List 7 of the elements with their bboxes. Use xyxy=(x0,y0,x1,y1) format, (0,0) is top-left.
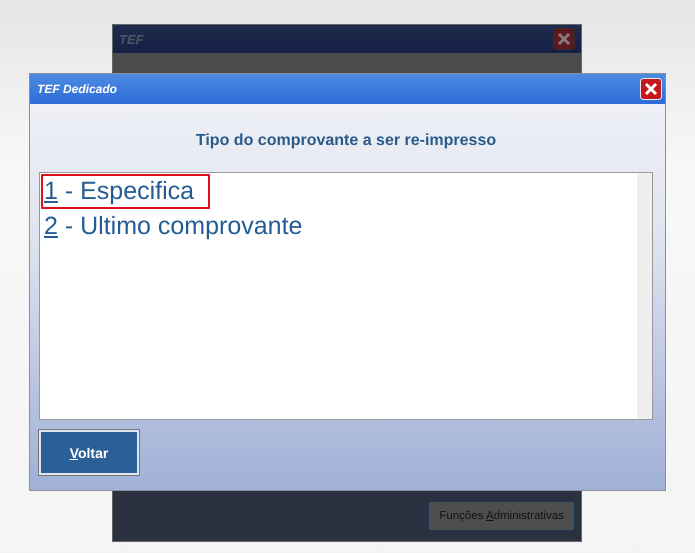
scrollbar[interactable] xyxy=(637,173,652,419)
window-title: TEF Dedicado xyxy=(37,82,118,96)
list-option[interactable]: 1 - Especifica xyxy=(41,174,210,209)
dialog-heading: Tipo do comprovante a ser re-impresso xyxy=(194,131,498,151)
back-button[interactable]: Voltar xyxy=(39,430,139,475)
list-option[interactable]: 2 - Ultimo comprovante xyxy=(41,209,318,244)
close-icon[interactable] xyxy=(553,28,575,50)
